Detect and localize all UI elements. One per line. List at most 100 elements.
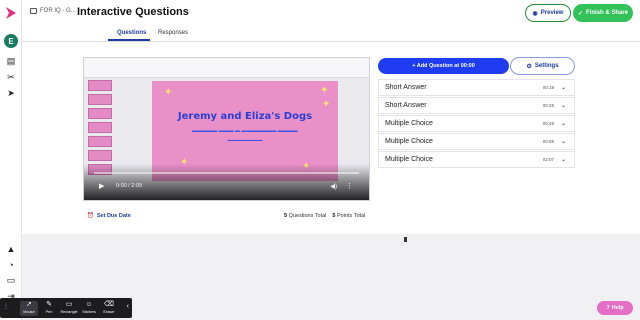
due-date-label: Set Due Date [96,213,131,219]
avatar[interactable]: E [4,34,18,48]
points-count: 5 [332,213,336,219]
tab-bar: Questions Responses [22,26,640,42]
help-button[interactable]: ? Help [597,301,633,315]
questions-count: 5 [284,213,288,219]
question-row[interactable]: Multiple Choice 02:07 ⌄ [378,151,575,168]
question-list: Short Answer 00:19 ⌄ Short Answer 00:28 ⌄ Mult… [378,79,575,169]
chat-icon[interactable]: ▭ [5,274,17,286]
tool-label: Rectangle [60,310,78,314]
page-title: Interactive Questions [77,6,189,18]
slide-subtitle: ▬▬▬▬▬ ▬▬▬ ▬ ▬▬▬▬▬▬▬ ▬▬▬▬ [192,128,298,134]
cursor-icon: ➚ [26,301,32,308]
tool-eraser[interactable]: ⌫ Eraser [100,301,118,314]
app-logo-icon[interactable] [4,6,18,20]
annotation-toolbar: ⋮ ➚ Mouse ✎ Pen ▭ Rectangle ☺ Stickers ⌫ Eraser ‹ [0,298,132,318]
question-type: Multiple Choice [385,138,433,145]
slide-thumbnail [88,150,112,161]
graduation-cap-icon[interactable]: ▲ [5,243,17,255]
finish-share-button[interactable]: ✓ Finish & Share [573,4,633,22]
tool-rectangle[interactable]: ▭ Rectangle [60,301,78,314]
play-icon[interactable]: ▶ [99,182,104,190]
help-icon: ? [606,305,610,311]
questions-total-label: Questions Total [288,213,327,219]
alarm-clock-icon: ⏰ [87,213,94,219]
chevron-down-icon[interactable]: ⌄ [561,156,566,163]
add-question-button[interactable]: + Add Question at 00:00 [378,58,509,74]
tool-mouse[interactable]: ➚ Mouse [20,301,38,316]
slide-thumbnail [88,94,112,105]
question-timestamp: 00:59 [542,139,554,144]
chevron-down-icon[interactable]: ⌄ [561,84,566,91]
question-timestamp: 00:49 [542,121,554,126]
support-icon[interactable]: ◔ [5,259,17,271]
sparkle-icon: ✦ [164,87,173,98]
video-progress-bar[interactable] [94,172,359,174]
eye-icon: ◉ [532,10,538,17]
finish-label: Finish & Share [586,10,629,16]
sparkle-icon: ✦ [320,85,329,96]
video-player[interactable]: ✦ ✦ ✦ ✦ ✦ Jeremy and Eliza's Dogs ▬▬▬▬▬ … [83,57,370,201]
tab-responses[interactable]: Responses [158,30,188,36]
questions-total: 5 Questions Total [284,213,326,219]
tool-label: Stickers [82,310,96,314]
slide-thumbnail [88,136,112,147]
tool-label: Mouse [23,310,35,314]
editor-panel: ✦ ✦ ✦ ✦ ✦ Jeremy and Eliza's Dogs ▬▬▬▬▬ … [22,42,640,242]
check-icon: ✓ [577,10,583,17]
tool-stickers[interactable]: ☺ Stickers [80,301,98,314]
totals-summary: 5 Questions Total 5 Points Total [284,213,365,219]
tool-label: Eraser [103,310,115,314]
video-time: 0:00 / 2:09 [116,183,142,189]
active-tab-indicator [108,39,150,41]
question-type: Short Answer [385,84,427,91]
left-rail: E ▤ ✂ ➤ ▲ ◔ ▭ ⇥ [0,0,22,320]
slide-byline: ▬▬▬▬▬▬▬▬▬▬ [227,138,263,142]
points-total-label: Points Total [337,213,366,219]
question-row[interactable]: Multiple Choice 00:49 ⌄ [378,115,575,132]
set-due-date-link[interactable]: ⏰ Set Due Date [87,213,131,219]
rectangle-icon: ▭ [65,301,73,308]
drag-handle-icon[interactable]: ⋮ [3,303,9,313]
folder-icon [30,8,37,14]
eraser-icon: ⌫ [104,301,114,308]
tool-pen[interactable]: ✎ Pen [40,301,58,314]
breadcrumb[interactable]: FOR IQ - G... [30,8,76,14]
send-icon[interactable]: ➤ [5,87,17,99]
volume-icon[interactable]: ◀) [330,183,337,190]
chevron-down-icon[interactable]: ⌄ [561,120,566,127]
help-label: Help [611,305,624,311]
slide-title: Jeremy and Eliza's Dogs [177,111,313,122]
chevron-down-icon[interactable]: ⌄ [561,102,566,109]
chevron-down-icon[interactable]: ⌄ [561,138,566,145]
question-type: Multiple Choice [385,120,433,127]
sticker-icon: ☺ [85,301,93,308]
library-icon[interactable]: ▤ [5,55,17,67]
settings-button[interactable]: ⚙ Settings [510,57,575,75]
preview-label: Preview [540,10,564,16]
breadcrumb-label: FOR IQ - G... [40,8,76,14]
gear-icon: ⚙ [526,63,532,70]
slide-thumbnail [88,108,112,119]
question-row[interactable]: Short Answer 00:19 ⌄ [378,79,575,96]
sparkle-icon: ✦ [322,99,331,110]
question-timestamp: 00:28 [542,103,554,108]
points-total: 5 Points Total [332,213,365,219]
more-options-icon[interactable]: ⋮ [346,182,353,190]
question-row[interactable]: Multiple Choice 00:59 ⌄ [378,133,575,150]
tools-icon[interactable]: ✂ [5,71,17,83]
tool-label: Pen [45,310,53,314]
mouse-cursor-icon [404,237,407,242]
slide-thumbnail [88,122,112,133]
question-type: Short Answer [385,102,427,109]
header: FOR IQ - G... Interactive Questions ◉ Pr… [22,0,640,26]
question-row[interactable]: Short Answer 00:28 ⌄ [378,97,575,114]
question-timestamp: 02:07 [542,157,554,162]
question-timestamp: 00:19 [542,85,554,90]
video-controls-overlay [84,164,369,200]
preview-button[interactable]: ◉ Preview [525,4,571,22]
slides-toolbar [84,58,369,78]
collapse-chevron-icon[interactable]: ‹ [127,303,129,310]
tab-questions[interactable]: Questions [117,30,146,36]
question-type: Multiple Choice [385,156,433,163]
slide-thumbnail [88,80,112,91]
